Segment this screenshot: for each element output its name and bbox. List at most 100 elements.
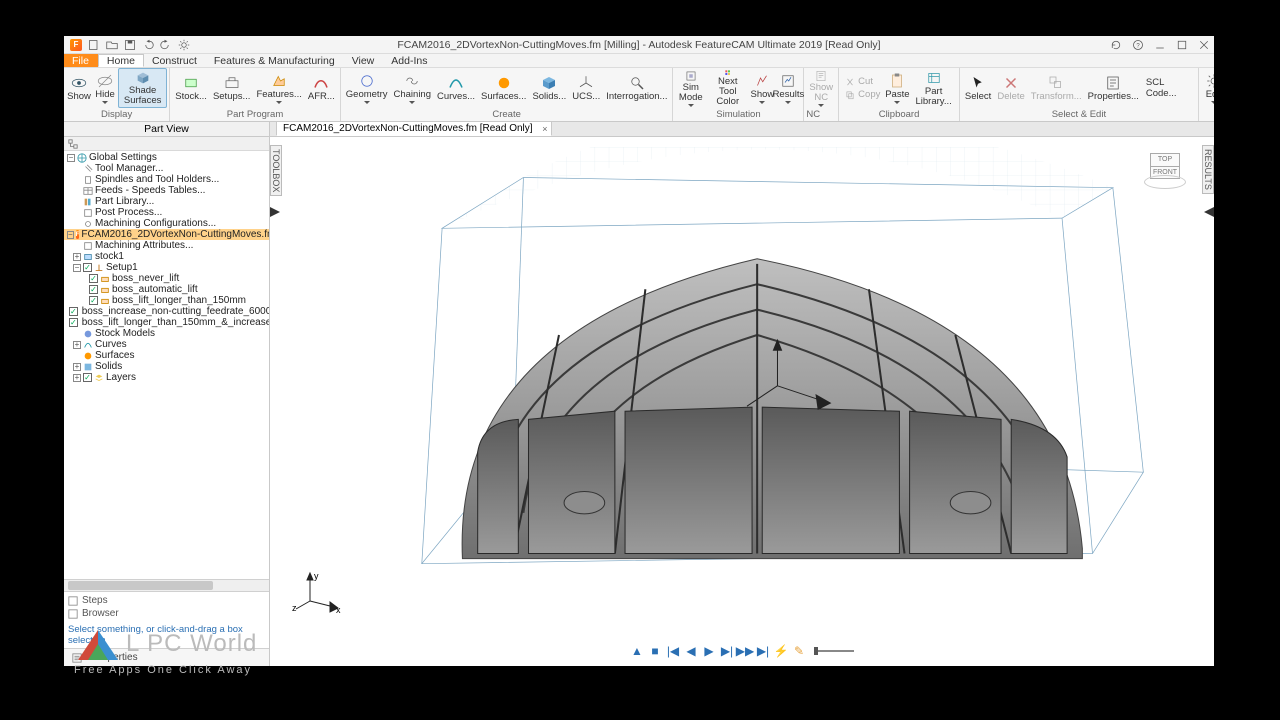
document-tab-row: Part View FCAM2016_2DVortexNon-CuttingMo…: [64, 122, 1214, 137]
qat-open-icon[interactable]: [106, 39, 118, 51]
qat-new-icon[interactable]: [88, 39, 100, 51]
help-icon[interactable]: ?: [1132, 39, 1144, 51]
delete-button[interactable]: Delete: [994, 68, 1027, 108]
tree-item[interactable]: Stock Models: [64, 328, 269, 339]
tab-home[interactable]: Home: [98, 54, 144, 67]
viewport-3d[interactable]: TOOLBOX RESULTS TOP FRONT: [270, 137, 1214, 666]
tree-project[interactable]: − F FCAM2016_2DVortexNon-CuttingMoves.fm: [64, 229, 269, 240]
hide-button[interactable]: Hide: [92, 68, 118, 108]
cut-button[interactable]: Cut: [841, 75, 884, 88]
steps-button[interactable]: Steps: [68, 594, 265, 607]
tree-item[interactable]: Machining Attributes...: [64, 240, 269, 251]
selection-hint: Select something, or click-and-drag a bo…: [64, 622, 269, 648]
maximize-icon[interactable]: [1176, 39, 1188, 51]
show-button[interactable]: Show: [66, 68, 92, 108]
speed-button[interactable]: ⚡: [774, 644, 788, 658]
setups-button[interactable]: Setups...: [210, 68, 254, 108]
stop-button[interactable]: ■: [648, 644, 662, 658]
document-tab-label: FCAM2016_2DVortexNon-CuttingMoves.fm [Re…: [283, 123, 533, 134]
first-button[interactable]: |◀: [666, 644, 680, 658]
tree[interactable]: − Global Settings Tool Manager... Spindl…: [64, 151, 269, 579]
edit-options-button[interactable]: Edit: [1201, 68, 1214, 108]
copy-button[interactable]: Copy: [841, 88, 884, 101]
tab-view[interactable]: View: [344, 54, 384, 67]
tree-item[interactable]: Part Library...: [64, 196, 269, 207]
erase-button[interactable]: ✎: [792, 644, 806, 658]
next-tool-color-button[interactable]: Next Tool Color: [706, 68, 749, 108]
paste-button[interactable]: Paste: [884, 68, 910, 108]
properties-panel-header[interactable]: Properties: [64, 648, 269, 666]
toolbox-tab[interactable]: TOOLBOX: [270, 145, 282, 196]
document-tab[interactable]: FCAM2016_2DVortexNon-CuttingMoves.fm [Re…: [276, 122, 552, 136]
tree-item[interactable]: +stock1: [64, 251, 269, 262]
tree-feature[interactable]: ✓boss_automatic_lift: [64, 284, 269, 295]
tree-item[interactable]: Post Process...: [64, 207, 269, 218]
interrogation-button[interactable]: Interrogation...: [603, 68, 670, 108]
speed-slider[interactable]: [814, 650, 854, 652]
table-icon: [83, 186, 93, 196]
sim-show-button[interactable]: Show: [749, 68, 775, 108]
show-nc-button[interactable]: Show NC: [806, 68, 836, 108]
tree-item[interactable]: Surfaces: [64, 350, 269, 361]
features-button[interactable]: Features...: [253, 68, 304, 108]
play-button[interactable]: ▶: [702, 644, 716, 658]
eject-button[interactable]: ▲: [630, 644, 644, 658]
minimize-icon[interactable]: [1154, 39, 1166, 51]
sidebar-footer: Steps Browser: [64, 591, 269, 622]
close-icon[interactable]: [1198, 39, 1210, 51]
help-undo-icon[interactable]: [1110, 39, 1122, 51]
prev-button[interactable]: ◀: [684, 644, 698, 658]
tree-setup[interactable]: −✓Setup1: [64, 262, 269, 273]
scl-code-button[interactable]: SCL Code...: [1142, 76, 1196, 100]
select-button[interactable]: Select: [962, 68, 994, 108]
tree-item[interactable]: Machining Configurations...: [64, 218, 269, 229]
tree-feature[interactable]: ✓boss_lift_longer_than_150mm: [64, 295, 269, 306]
model-render: [310, 147, 1184, 614]
tree-feature[interactable]: ✓boss_increase_non-cutting_feedrate_6000…: [64, 306, 269, 317]
tree-feature[interactable]: ✓boss_lift_longer_than_150mm_&_increase_…: [64, 317, 269, 328]
tree-item[interactable]: Tool Manager...: [64, 163, 269, 174]
qat-save-icon[interactable]: [124, 39, 136, 51]
last-button[interactable]: ▶|: [756, 644, 770, 658]
results-expand-icon[interactable]: [1204, 207, 1214, 217]
part-view-panel: − Global Settings Tool Manager... Spindl…: [64, 137, 270, 666]
ucs-button[interactable]: UCS...: [569, 68, 603, 108]
properties-button[interactable]: Properties...: [1085, 68, 1142, 108]
transform-button[interactable]: Transform...: [1028, 68, 1085, 108]
tree-item[interactable]: +Curves: [64, 339, 269, 350]
surfaces-button[interactable]: Surfaces...: [478, 68, 529, 108]
sim-mode-button[interactable]: Sim Mode: [675, 68, 706, 108]
chaining-button[interactable]: Chaining: [391, 68, 435, 108]
results-tab[interactable]: RESULTS: [1202, 145, 1214, 194]
afr-button[interactable]: AFR...: [305, 68, 338, 108]
svg-text:z: z: [292, 603, 297, 613]
tree-item[interactable]: +Solids: [64, 361, 269, 372]
document-tab-close-icon[interactable]: ×: [542, 124, 547, 134]
tree-item[interactable]: Spindles and Tool Holders...: [64, 174, 269, 185]
solids-button[interactable]: Solids...: [529, 68, 569, 108]
tree-feature[interactable]: ✓boss_never_lift: [64, 273, 269, 284]
qat-undo-icon[interactable]: [142, 39, 154, 51]
qat-redo-icon[interactable]: [160, 39, 172, 51]
next-button[interactable]: ▶|: [720, 644, 734, 658]
sidebar-hscroll[interactable]: [64, 579, 269, 591]
part-library-button[interactable]: Part Library...: [910, 68, 957, 108]
ff-button[interactable]: ▶▶: [738, 644, 752, 658]
results-button[interactable]: Results: [775, 68, 801, 108]
stock-button[interactable]: Stock...: [172, 68, 210, 108]
tab-file[interactable]: File: [64, 54, 98, 67]
tab-addins[interactable]: Add-Ins: [383, 54, 436, 67]
ribbon-group-clipboard: Cut Copy Paste Part Library... Clipboard: [839, 68, 960, 121]
curve-icon: [83, 340, 93, 350]
tree-global-settings[interactable]: − Global Settings: [64, 152, 269, 163]
tree-item[interactable]: Feeds - Speeds Tables...: [64, 185, 269, 196]
toolbox-expand-icon[interactable]: [270, 207, 280, 217]
tab-features-manufacturing[interactable]: Features & Manufacturing: [206, 54, 344, 67]
qat-settings-icon[interactable]: [178, 39, 190, 51]
shade-surfaces-button[interactable]: Shade Surfaces: [118, 68, 167, 108]
tab-construct[interactable]: Construct: [144, 54, 206, 67]
curves-button[interactable]: Curves...: [434, 68, 478, 108]
geometry-button[interactable]: Geometry: [343, 68, 391, 108]
tree-item[interactable]: +✓Layers: [64, 372, 269, 383]
browser-button[interactable]: Browser: [68, 607, 265, 620]
